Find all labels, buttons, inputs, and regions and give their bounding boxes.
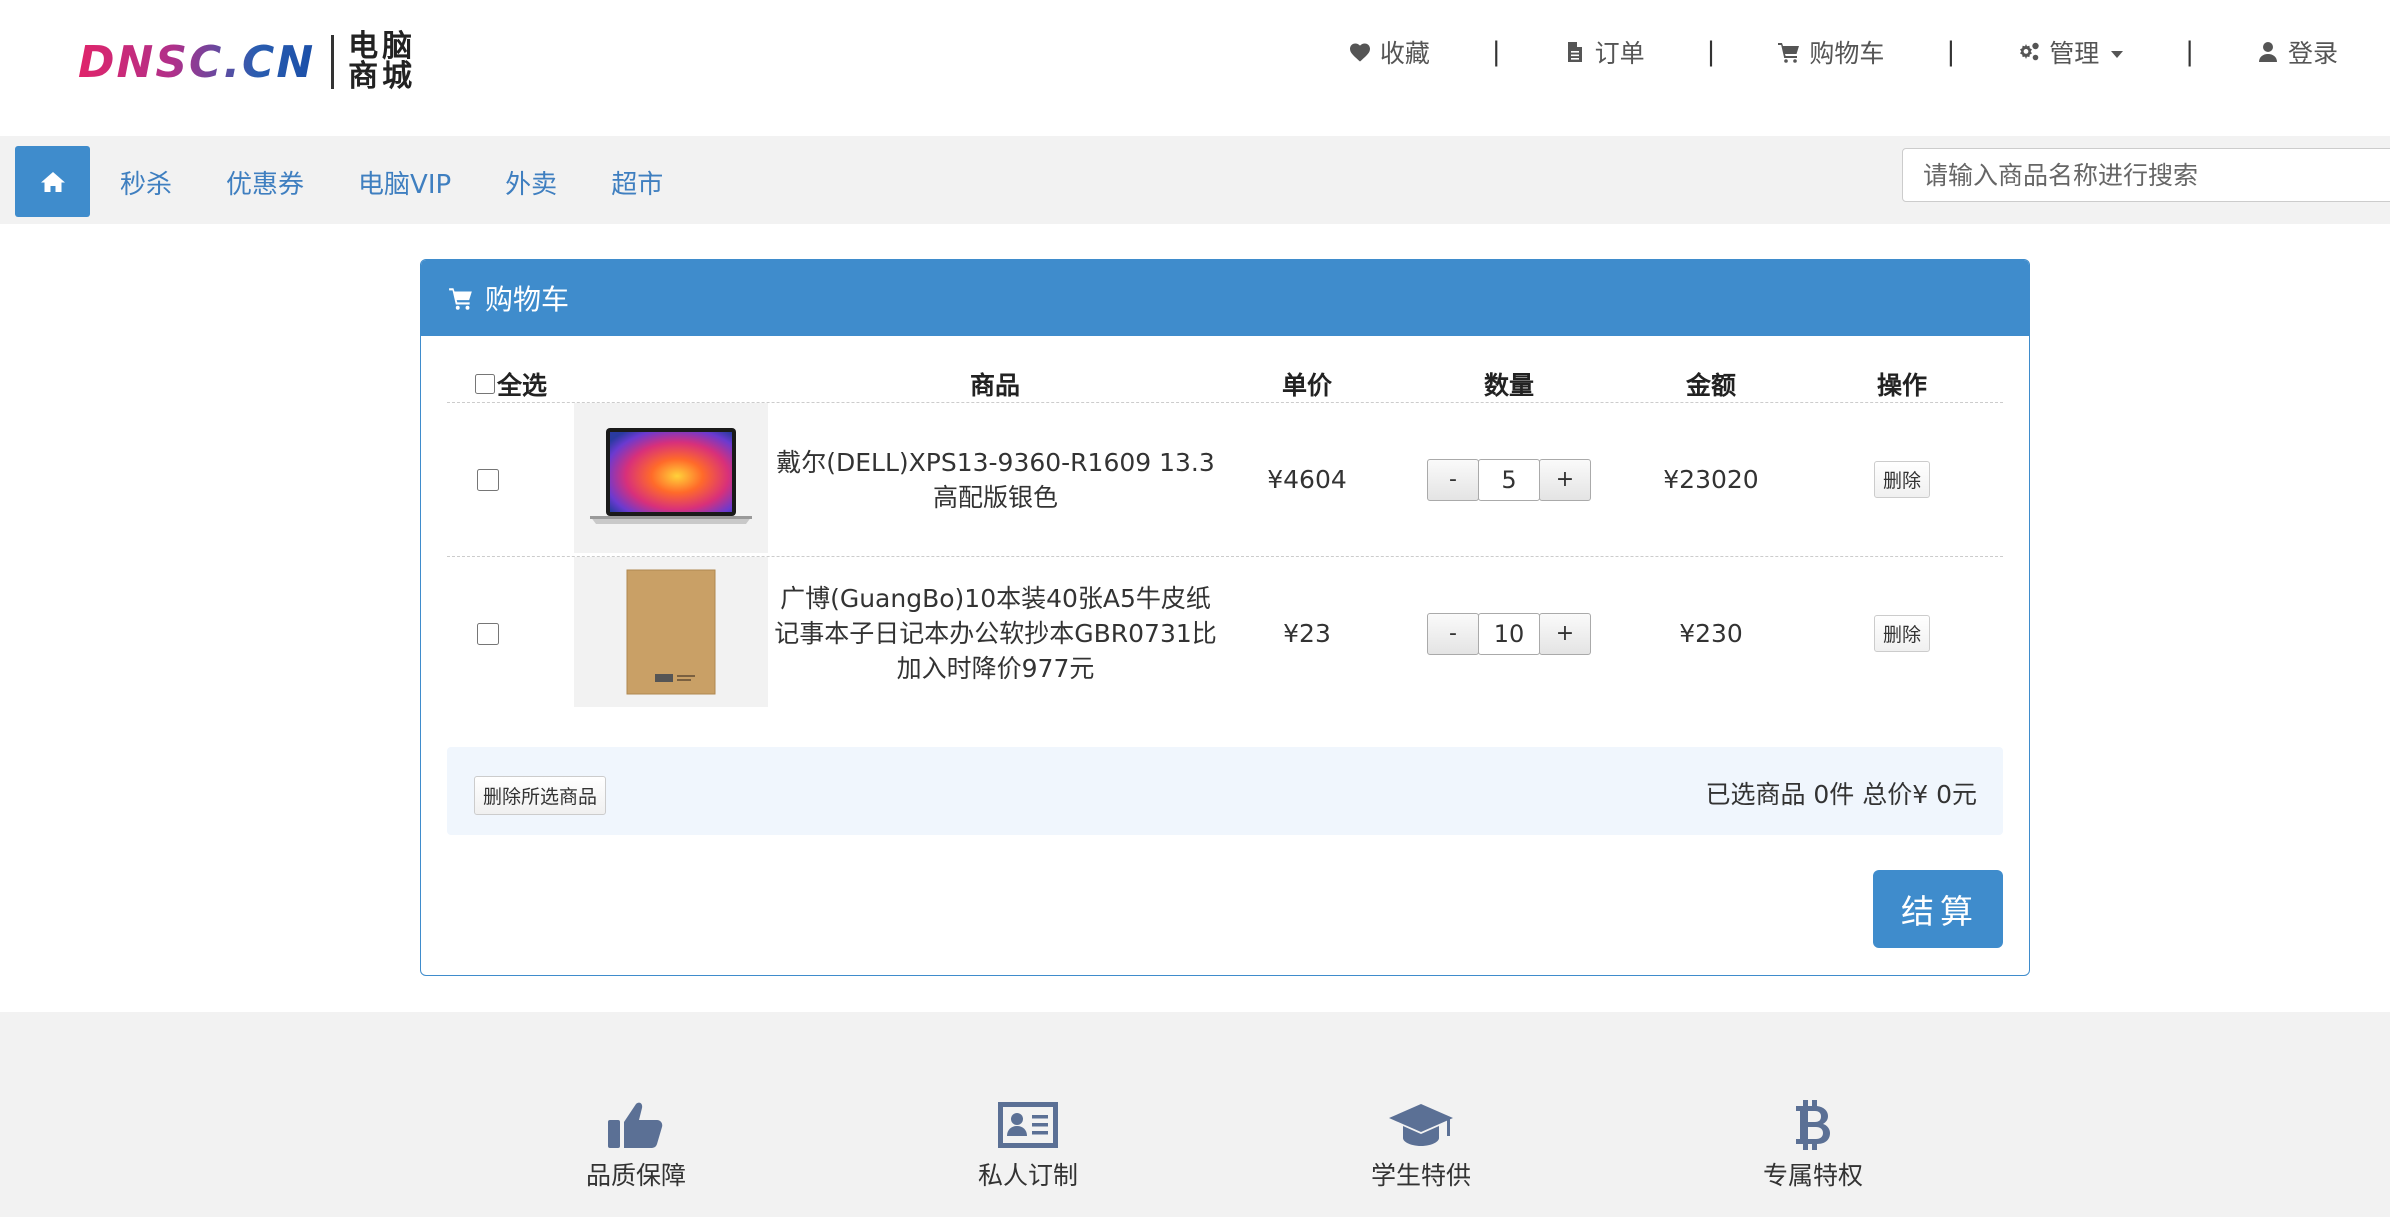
quantity-input[interactable] (1478, 612, 1540, 655)
delete-selected-button[interactable]: 删除所选商品 (474, 776, 607, 815)
selected-total: 已选商品 0件 总价¥ 0元 (1705, 780, 1977, 809)
feature-quality[interactable]: 品质保障 (536, 1098, 736, 1192)
delete-cell: 删除 (1822, 557, 1982, 710)
product-name[interactable]: 广博(GuangBo)10本装40张A5牛皮纸记事本子日记本办公软抄本GBR07… (768, 557, 1223, 710)
cart-row: 戴尔(DELL)XPS13-9360-R1609 13.3高配版银色 ¥4604… (447, 403, 2003, 557)
site-logo[interactable]: DNSC.CN 电脑 商城 (78, 30, 416, 94)
column-amount: 金额 (1685, 371, 1737, 400)
nav-separator: | (1706, 37, 1716, 67)
unit-price: ¥23 (1283, 619, 1331, 648)
thumbs-up-icon (608, 1102, 663, 1148)
nav-links: 秒杀 优惠券 电脑VIP 外卖 超市 (120, 164, 717, 201)
feature-privilege[interactable]: 专属特权 (1713, 1098, 1913, 1192)
select-all-label: 全选 (497, 371, 548, 400)
select-all-checkbox[interactable] (475, 374, 495, 394)
graduation-cap-icon (1389, 1104, 1453, 1146)
main-navbar: 秒杀 优惠券 电脑VIP 外卖 超市 (0, 136, 2390, 224)
feature-label: 品质保障 (585, 1161, 686, 1190)
cart-table-header: 全选 商品 单价 数量 金额 操作 (447, 364, 2003, 403)
nav-cart-label: 购物车 (1809, 39, 1885, 68)
select-all[interactable]: 全选 (475, 366, 547, 402)
id-card-icon (998, 1102, 1058, 1148)
quantity-stepper: - + (1409, 403, 1609, 556)
nav-favorites-label: 收藏 (1379, 39, 1430, 68)
column-unit-price: 单价 (1281, 371, 1333, 400)
feature-label: 学生特供 (1370, 1161, 1471, 1190)
cart-row: 广博(GuangBo)10本装40张A5牛皮纸记事本子日记本办公软抄本GBR07… (447, 557, 2003, 710)
column-action: 操作 (1876, 371, 1928, 400)
user-icon (2258, 42, 2277, 62)
nav-link-coupons[interactable]: 优惠券 (226, 164, 304, 201)
laptop-image[interactable] (574, 403, 768, 553)
heart-icon (1349, 43, 1370, 62)
column-product: 商品 (969, 371, 1021, 400)
decrement-button[interactable]: - (1427, 458, 1479, 501)
checkout-button[interactable]: 结算 (1873, 870, 2003, 948)
row-select (477, 403, 499, 556)
cart-summary: 删除所选商品 已选商品 0件 总价¥ 0元 (447, 747, 2003, 835)
nav-admin-dropdown[interactable]: 管理 (2017, 34, 2124, 70)
cart-title: 购物车 (485, 283, 570, 316)
nav-link-supermarket[interactable]: 超市 (611, 164, 663, 201)
cart-panel-header: 购物车 (421, 260, 2029, 336)
feature-label: 私人订制 (977, 1161, 1078, 1190)
notebook-image[interactable] (574, 557, 768, 707)
cart-icon (1778, 43, 1800, 63)
product-name[interactable]: 戴尔(DELL)XPS13-9360-R1609 13.3高配版银色 (768, 403, 1223, 556)
quantity-stepper: - + (1409, 557, 1609, 710)
nav-orders[interactable]: 订单 (1563, 34, 1645, 70)
row-checkbox[interactable] (477, 622, 499, 645)
nav-admin-label: 管理 (2049, 39, 2100, 68)
feature-label: 专属特权 (1762, 1161, 1863, 1190)
logo-text: DNSC.CN (78, 36, 316, 88)
laptop-thumbnail (590, 428, 752, 524)
nav-orders-label: 订单 (1594, 39, 1645, 68)
nav-cart[interactable]: 购物车 (1777, 34, 1884, 70)
quantity-input[interactable] (1478, 458, 1540, 501)
nav-favorites[interactable]: 收藏 (1348, 34, 1430, 70)
line-amount: ¥230 (1679, 619, 1743, 648)
nav-login[interactable]: 登录 (2256, 34, 2338, 70)
logo-cn-line2: 商城 (348, 59, 417, 94)
nav-login-label: 登录 (2287, 39, 2338, 68)
nav-separator: | (2185, 37, 2194, 67)
search-input[interactable] (1902, 148, 2390, 202)
top-nav: 收藏 | 订单 | 购物车 | 管理 | 登录 (1348, 34, 2338, 70)
increment-button[interactable]: + (1539, 458, 1591, 501)
increment-button[interactable]: + (1539, 612, 1591, 655)
home-icon (40, 171, 65, 192)
cart-icon (449, 288, 472, 310)
home-button[interactable] (15, 146, 90, 217)
row-select (477, 557, 499, 710)
delete-cell: 删除 (1822, 403, 1982, 556)
nav-link-vip[interactable]: 电脑VIP (358, 164, 451, 201)
nav-separator: | (1946, 37, 1956, 67)
bitcoin-icon (1796, 1100, 1830, 1150)
line-amount: ¥23020 (1663, 465, 1759, 494)
gears-icon (2020, 42, 2039, 61)
nav-separator: | (1491, 37, 1501, 67)
column-quantity: 数量 (1483, 371, 1535, 400)
logo-divider (331, 35, 335, 89)
document-icon (1567, 42, 1582, 62)
caret-down-icon (2111, 50, 2124, 58)
feature-custom[interactable]: 私人订制 (928, 1098, 1128, 1192)
decrement-button[interactable]: - (1427, 612, 1479, 655)
unit-price: ¥4604 (1267, 465, 1347, 494)
header: DNSC.CN 电脑 商城 收藏 | 订单 | 购物车 | 管理 | 登录 (0, 0, 2390, 136)
row-checkbox[interactable] (477, 468, 499, 491)
feature-student[interactable]: 学生特供 (1321, 1098, 1521, 1192)
notebook-thumbnail (626, 569, 716, 695)
footer: 品质保障 私人订制 学生特供 专属特权 (0, 1012, 2390, 1217)
delete-button[interactable]: 删除 (1873, 615, 1930, 652)
logo-cn: 电脑 商城 (348, 32, 416, 92)
cart-panel: 购物车 全选 商品 单价 数量 金额 操作 戴尔(DELL)XPS13-9360… (420, 259, 2030, 976)
nav-link-takeout[interactable]: 外卖 (505, 164, 557, 201)
nav-link-flash-sale[interactable]: 秒杀 (120, 164, 172, 201)
delete-button[interactable]: 删除 (1873, 461, 1930, 498)
